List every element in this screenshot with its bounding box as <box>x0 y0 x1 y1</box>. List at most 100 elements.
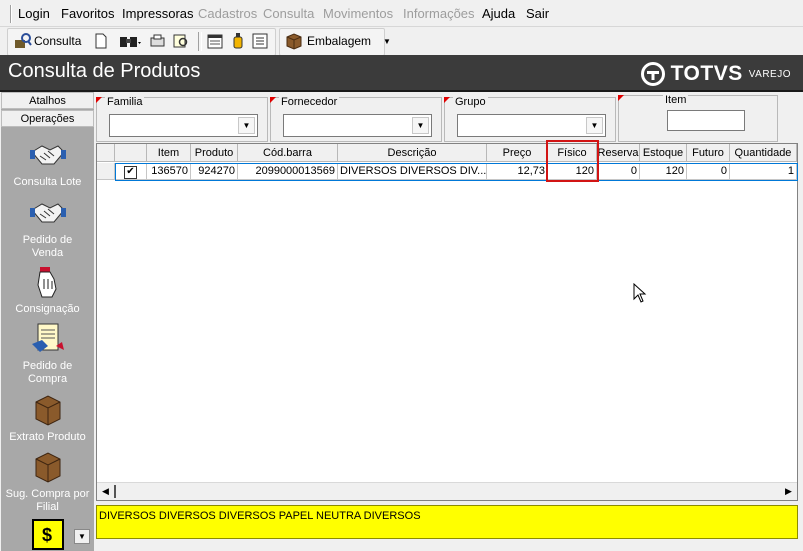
item-filter: Item <box>618 94 778 142</box>
menu-movimentos: Movimentos <box>323 6 394 21</box>
column-header-reserva[interactable]: Reserva <box>597 144 640 162</box>
horizontal-scrollbar[interactable]: ◀ ▶ <box>97 482 797 500</box>
row-checkbox-cell[interactable]: ✔ <box>115 163 147 180</box>
brand-logo: TOTVS VAREJO <box>640 62 791 86</box>
row-checkbox[interactable]: ✔ <box>124 166 137 179</box>
column-header-estoque[interactable]: Estoque <box>640 144 687 162</box>
handshake-icon <box>29 203 66 223</box>
scroll-thumb[interactable] <box>114 485 116 498</box>
grid-corner <box>97 144 115 162</box>
cell-futuro: 0 <box>687 163 730 180</box>
embalagem-button[interactable]: Embalagem ▼ <box>285 31 391 51</box>
consulta-label: Consulta <box>34 34 82 48</box>
familia-filter: Familia ▼ <box>96 96 268 142</box>
chevron-down-icon[interactable]: ▼ <box>383 37 391 46</box>
embalagem-label: Embalagem <box>307 34 372 48</box>
menu-login[interactable]: Login <box>18 6 50 21</box>
column-header-preco[interactable]: Preço <box>487 144 548 162</box>
grupo-select[interactable]: ▼ <box>457 114 606 137</box>
menu-impressoras[interactable]: Impressoras <box>122 6 194 21</box>
handshake-icon <box>29 145 66 165</box>
cell-estoque: 120 <box>640 163 687 180</box>
cell-item: 136570 <box>147 163 191 180</box>
chevron-down-icon[interactable]: ▼ <box>238 117 255 134</box>
fornecedor-label: Fornecedor <box>279 96 340 108</box>
column-header-produto[interactable]: Produto <box>191 144 238 162</box>
column-header-item[interactable]: Item <box>147 144 191 162</box>
familia-label: Familia <box>105 96 145 108</box>
sidebar-item-label: Extrato Produto <box>9 431 86 443</box>
package-box-icon <box>35 395 60 426</box>
money-icon[interactable]: $ <box>32 519 64 550</box>
calendar-icon[interactable] <box>207 33 223 49</box>
products-grid: Item Produto Cód.barra Descrição Preço F… <box>96 140 798 501</box>
title-bar: Consulta de Produtos TOTVS VAREJO <box>0 55 803 92</box>
cell-produto: 924270 <box>191 163 238 180</box>
search-document-icon[interactable] <box>172 33 190 49</box>
sidebar-item-pedido-compra[interactable]: Pedido de Compra <box>1 322 94 386</box>
consulta-icon <box>15 33 32 48</box>
page-title: Consulta de Produtos <box>8 60 201 82</box>
scroll-right-icon[interactable]: ▶ <box>781 484 796 499</box>
brand-name: TOTVS <box>670 62 743 85</box>
sidebar-item-label: Consulta Lote <box>13 176 82 188</box>
familia-select[interactable]: ▼ <box>109 114 258 137</box>
required-marker <box>618 95 624 101</box>
menu-cadastros: Cadastros <box>198 6 258 21</box>
item-input[interactable] <box>667 110 745 131</box>
required-marker <box>96 97 102 103</box>
menu-consulta: Consulta <box>263 6 315 21</box>
scroll-left-icon[interactable]: ◀ <box>98 484 113 499</box>
cell-codbarra: 2099000013569 <box>238 163 338 180</box>
sidebar-item-label: Consignação <box>15 303 80 315</box>
row-indicator <box>97 163 115 180</box>
package-box-icon <box>35 452 60 483</box>
item-label: Item <box>663 94 689 106</box>
cell-quantidade: 1 <box>730 163 797 180</box>
menu-informacoes: Informações <box>403 6 475 21</box>
sidebar-scroll-down-button[interactable]: ▼ <box>74 529 90 544</box>
menu-ajuda[interactable]: Ajuda <box>482 6 515 21</box>
menu-bar: Login Favoritos Impressoras Cadastros Co… <box>0 0 803 27</box>
cell-fisico: 120 <box>548 163 597 180</box>
totvs-logo-icon <box>640 62 665 86</box>
new-document-icon[interactable] <box>94 33 108 49</box>
column-header-fisico[interactable]: Físico <box>548 144 597 162</box>
cell-reserva: 0 <box>597 163 640 180</box>
sidebar-item-sug-compra[interactable]: Sug. Compra por Filial <box>1 450 94 514</box>
brand-sub: VAREJO <box>748 68 791 80</box>
print-preview-icon[interactable] <box>149 33 167 49</box>
tab-operacoes[interactable]: Operações <box>1 110 94 127</box>
menu-favoritos[interactable]: Favoritos <box>61 6 114 21</box>
column-header-check <box>115 144 147 162</box>
chevron-down-icon[interactable]: ▼ <box>586 117 603 134</box>
column-header-futuro[interactable]: Futuro <box>687 144 730 162</box>
tab-atalhos[interactable]: Atalhos <box>1 92 94 109</box>
sidebar: Atalhos Operações Consulta Lote Pedido d… <box>1 92 94 551</box>
cell-preco: 12,73 <box>487 163 548 180</box>
toolbar-group-main: Consulta <box>7 28 276 56</box>
bottle-icon[interactable] <box>232 32 244 50</box>
menu-sair[interactable]: Sair <box>526 6 549 21</box>
column-header-quantidade[interactable]: Quantidade <box>730 144 797 162</box>
sidebar-item-label: Pedido de Venda <box>22 234 73 259</box>
sidebar-item-extrato-produto[interactable]: Extrato Produto <box>1 393 94 444</box>
list-icon[interactable] <box>252 33 268 49</box>
menu-grip <box>10 5 12 23</box>
consulta-button[interactable]: Consulta <box>14 31 81 51</box>
hand-pointer-icon <box>36 267 57 298</box>
sidebar-item-label: Pedido de Compra <box>22 360 73 385</box>
fornecedor-select[interactable]: ▼ <box>283 114 432 137</box>
sidebar-item-consulta-lote[interactable]: Consulta Lote <box>1 138 94 189</box>
package-icon <box>286 33 302 50</box>
chevron-down-icon[interactable]: ▼ <box>412 117 429 134</box>
binoculars-icon[interactable] <box>119 33 141 49</box>
column-header-codbarra[interactable]: Cód.barra <box>238 144 338 162</box>
cell-descricao: DIVERSOS DIVERSOS DIV... <box>338 163 487 180</box>
sidebar-item-label: Sug. Compra por Filial <box>5 488 90 513</box>
toolbar-group-embalagem: Embalagem ▼ <box>279 28 391 56</box>
sidebar-item-pedido-venda[interactable]: Pedido de Venda <box>1 196 94 260</box>
column-header-descricao[interactable]: Descrição <box>338 144 487 162</box>
sidebar-item-consignacao[interactable]: Consignação <box>1 265 94 316</box>
mouse-cursor-icon <box>633 283 647 303</box>
